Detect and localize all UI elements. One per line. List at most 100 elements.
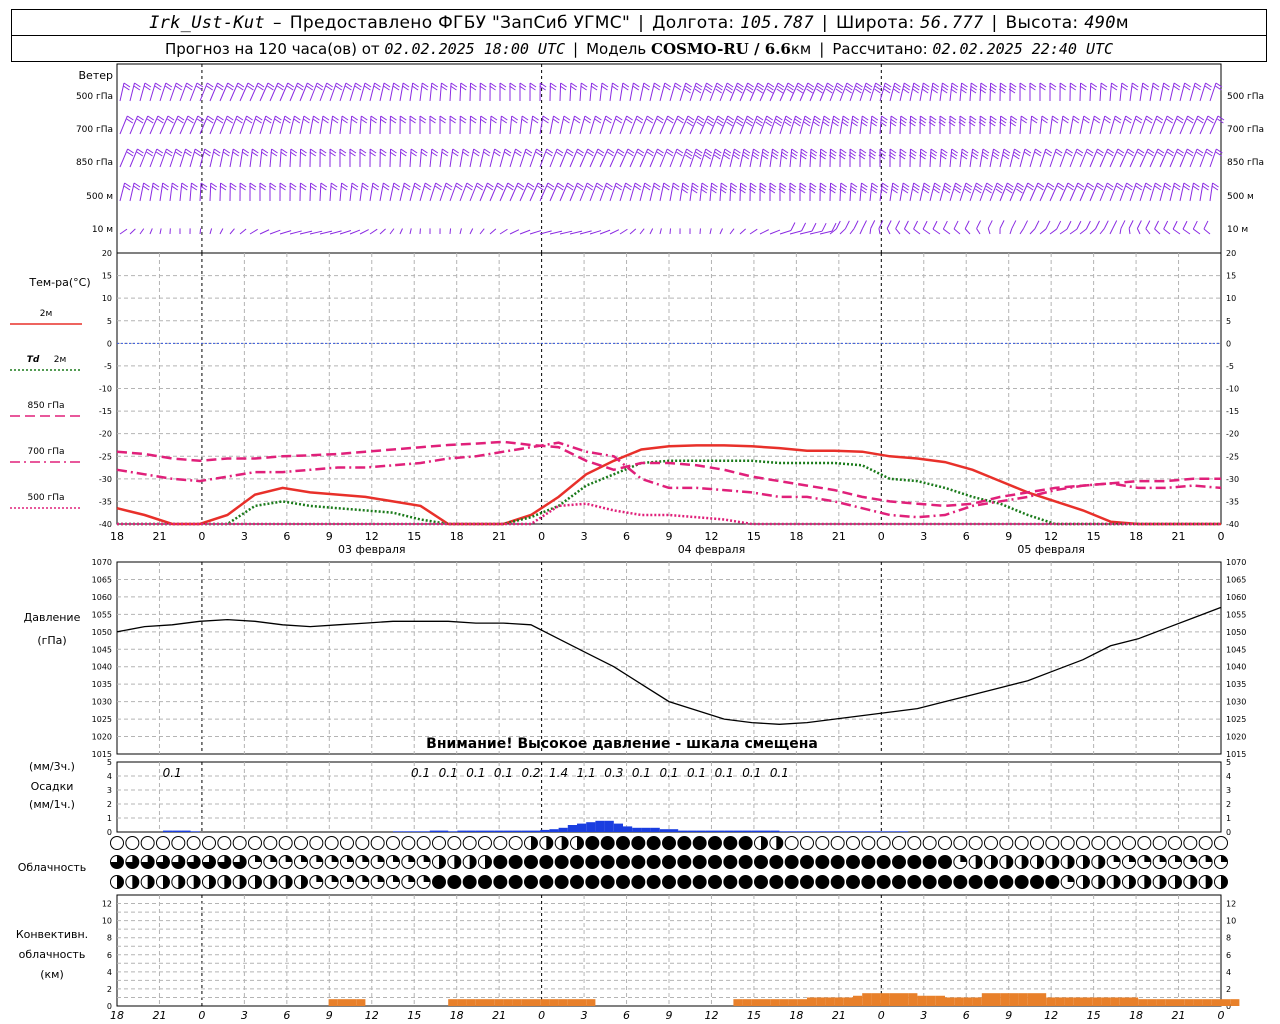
wind-barb — [369, 115, 372, 135]
wind-barb — [1069, 228, 1078, 235]
wind-barb — [1029, 228, 1036, 235]
convective-y-tick-right: 8 — [1226, 934, 1231, 943]
pressure-line — [116, 606, 1222, 725]
cloud-cover-symbol — [815, 836, 830, 850]
convective-bar — [1184, 999, 1194, 1006]
wind-barb — [1089, 228, 1096, 235]
wind-barb — [729, 182, 732, 202]
cloud-cover-symbol — [984, 875, 998, 889]
wind-barb — [619, 228, 628, 235]
convective-y-tick: 8 — [107, 934, 112, 943]
cloud-cover-fill — [178, 875, 185, 889]
wind-barb-flag — [1154, 220, 1160, 230]
wind-barb-flag — [844, 220, 850, 230]
cloud-cover-fill — [1205, 875, 1213, 889]
time-axis-label: 0 — [538, 530, 545, 543]
wind-barb-flag — [895, 220, 901, 229]
wind-barb — [229, 148, 234, 168]
wind-barb-flag — [1163, 220, 1169, 230]
convective-bar — [1101, 997, 1111, 1006]
date-label: 03 февраля — [338, 543, 406, 556]
wind-barb — [169, 82, 177, 102]
wind-barb — [1089, 82, 1092, 102]
cloud-cover-fill — [1098, 875, 1105, 889]
precipitation-bar — [494, 830, 504, 832]
convective-bar — [954, 997, 964, 1006]
cloud-cover-symbol — [631, 836, 646, 850]
convective-bar — [1110, 997, 1120, 1006]
time-axis-label-bottom: 0 — [1218, 1009, 1225, 1022]
cloud-cover-symbol — [861, 836, 876, 850]
convective-bar — [963, 997, 973, 1006]
precipitation-y-tick: 3 — [107, 786, 112, 795]
wind-barb — [119, 82, 125, 102]
precipitation-3h-label: 0.1 — [411, 766, 430, 780]
precipitation-bar — [172, 830, 182, 832]
wind-barb — [639, 228, 645, 235]
cloud-cover-symbol — [447, 875, 462, 889]
cloud-cover-fill — [1083, 875, 1090, 889]
cloud-cover-symbol — [309, 836, 324, 850]
time-axis-label: 3 — [920, 530, 927, 543]
cloud-cover-symbol — [1214, 836, 1228, 850]
cloud-cover-symbol — [600, 875, 615, 889]
wind-barb — [249, 228, 258, 235]
time-axis-label: 6 — [963, 530, 970, 543]
time-axis-label-bottom: 18 — [1129, 1009, 1143, 1022]
temperature-y-tick-right: -30 — [1226, 475, 1239, 484]
cloud-cover-symbol — [263, 836, 278, 850]
temperature-y-tick-right: 10 — [1226, 294, 1236, 303]
precipitation-bar — [521, 830, 531, 832]
precipitation-y-tick-right: 3 — [1226, 786, 1231, 795]
convective-bar — [475, 999, 485, 1006]
precipitation-bar — [439, 830, 449, 832]
wind-level-label-left: 500 м — [86, 192, 113, 202]
wind-barb — [369, 228, 378, 235]
wind-barb — [349, 229, 361, 235]
convective-bar — [862, 993, 872, 1006]
wind-barb — [379, 228, 386, 235]
convective-bar — [549, 999, 559, 1006]
convective-bar — [521, 999, 531, 1006]
cloud-cover-symbol — [800, 855, 814, 869]
convective-bar — [567, 999, 577, 1006]
cloud-cover-fill — [132, 875, 139, 889]
pressure-y-tick: 1070 — [92, 558, 112, 567]
wind-barb — [1069, 115, 1074, 135]
wind-barb — [1189, 182, 1194, 202]
precipitation-bar — [770, 830, 780, 832]
precipitation-bar — [779, 831, 789, 832]
wind-barb — [922, 228, 931, 235]
wind-barb — [1145, 228, 1151, 235]
wind-barb — [389, 228, 395, 235]
convective-bar — [917, 995, 927, 1006]
cloud-cover-fill — [439, 855, 446, 869]
wind-barb — [1169, 182, 1175, 202]
cloud-cover-symbol — [984, 836, 998, 850]
cloud-cover-symbol — [646, 875, 661, 889]
temperature-y-tick: 0 — [107, 339, 112, 348]
cloud-cover-symbol — [171, 836, 186, 850]
precipitation-bar — [696, 830, 706, 832]
convective-y-tick-right: 6 — [1226, 951, 1231, 960]
temperature-y-tick-right: -15 — [1226, 407, 1239, 416]
time-axis-label: 21 — [832, 530, 846, 543]
wind-barb — [953, 228, 961, 235]
precipitation-bar — [531, 830, 541, 832]
temperature-y-tick-right: -40 — [1226, 520, 1239, 529]
wind-barb — [909, 82, 915, 102]
cloud-cover-fill — [546, 836, 553, 850]
wind-barb — [799, 115, 806, 135]
cloud-cover-symbol — [1060, 836, 1075, 850]
cloud-cover-symbol — [999, 836, 1014, 850]
cloud-cover-fill — [255, 855, 262, 862]
cloud-cover-symbol — [600, 855, 615, 869]
precipitation-y-tick: 4 — [107, 772, 112, 781]
wind-barb — [319, 115, 324, 135]
cloud-cover-symbol — [324, 836, 339, 850]
wind-barb — [379, 182, 384, 202]
precipitation-bar — [761, 830, 771, 832]
convective-bar — [797, 999, 807, 1006]
wind-barb-flag — [790, 222, 796, 231]
wind-barb-flag — [1103, 220, 1109, 229]
